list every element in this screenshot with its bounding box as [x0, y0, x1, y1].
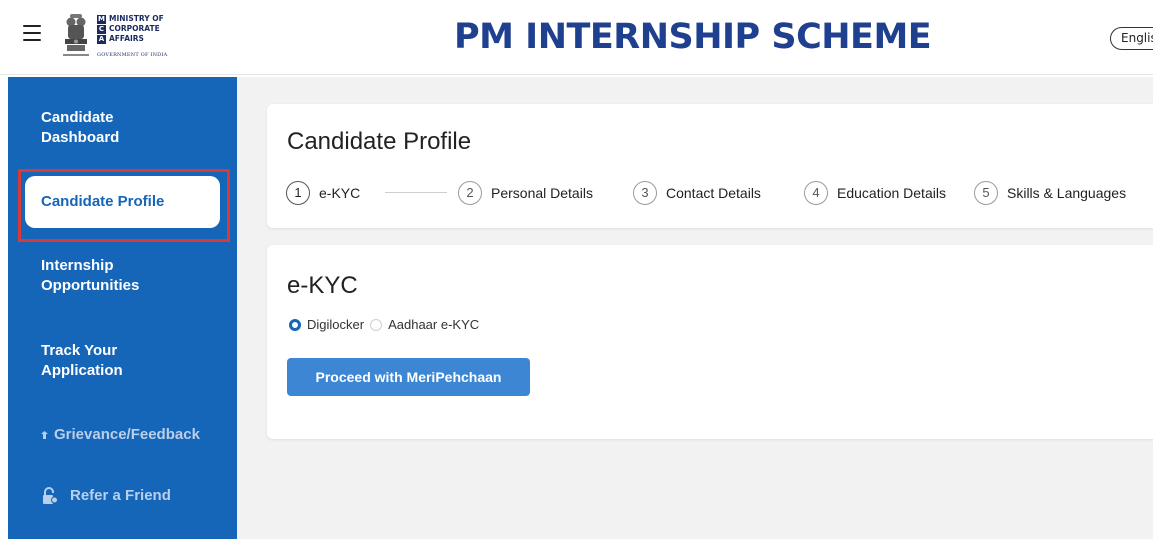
ekyc-card: e-KYC Digilocker Aadhaar e-KYC Proceed w…	[267, 245, 1153, 439]
step-contact-details[interactable]: 3 Contact Details	[633, 180, 761, 206]
aadhaar-ekyc-radio[interactable]	[370, 318, 383, 331]
top-header: M MINISTRY OF C CORPORATE A AFFAIRS GOVERNM…	[0, 0, 1153, 75]
step-number: 3	[633, 181, 657, 205]
sidebar-item-track-application[interactable]: Track Your Application	[41, 341, 123, 381]
active-item-highlight	[18, 169, 230, 242]
proceed-meripehchaan-button[interactable]: Proceed with MeriPehchaan	[287, 358, 530, 396]
step-number: 2	[458, 181, 482, 205]
step-label: Education Details	[837, 185, 946, 201]
ministry-name: M MINISTRY OF C CORPORATE A AFFAIRS	[97, 14, 164, 44]
aadhaar-ekyc-label[interactable]: Aadhaar e-KYC	[388, 317, 479, 332]
step-label: Skills & Languages	[1007, 185, 1127, 201]
step-number: 5	[974, 181, 998, 205]
national-emblem-icon	[63, 14, 89, 56]
sidebar-item-candidate-dashboard[interactable]: Candidate Dashboard	[41, 108, 119, 148]
sidebar-item-internship-opportunities[interactable]: Internship Opportunities	[41, 256, 139, 296]
step-education-details[interactable]: 4 Education Details	[804, 180, 946, 206]
sidebar-item-grievance-feedback[interactable]: Grievance/Feedback	[41, 425, 200, 445]
sidebar-item-refer-friend[interactable]: Refer a Friend	[41, 486, 171, 506]
step-number: 4	[804, 181, 828, 205]
page-title: Candidate Profile	[287, 128, 472, 155]
site-title: PM INTERNSHIP SCHEME	[454, 17, 932, 57]
step-connector	[385, 192, 447, 193]
step-personal-details[interactable]: 2 Personal Details	[458, 180, 593, 206]
step-ekyc[interactable]: 1 e-KYC	[286, 180, 360, 206]
section-title: e-KYC	[287, 272, 358, 299]
government-of-india-label: GOVERNMENT OF INDIA	[97, 52, 168, 58]
digilocker-label[interactable]: Digilocker	[307, 317, 364, 332]
ministry-logo[interactable]: M MINISTRY OF C CORPORATE A AFFAIRS GOVERNM…	[60, 10, 180, 66]
grievance-icon	[41, 431, 48, 439]
language-selector[interactable]: Englis	[1110, 27, 1153, 50]
sidebar-item-label: Internship	[41, 257, 114, 274]
main-content: Candidate Profile 1 e-KYC 2 Personal Det…	[237, 77, 1153, 539]
ekyc-method-group: Digilocker Aadhaar e-KYC	[289, 317, 485, 332]
step-label: Personal Details	[491, 185, 593, 201]
sidebar-item-label: Application	[41, 362, 123, 379]
refer-friend-icon	[43, 487, 58, 504]
sidebar-item-label: Track Your	[41, 342, 118, 359]
digilocker-radio[interactable]	[289, 318, 301, 331]
sidebar-item-label: Refer a Friend	[70, 487, 171, 504]
sidebar-item-label: Opportunities	[41, 277, 140, 294]
step-label: Contact Details	[666, 185, 761, 201]
sidebar-item-label: Grievance/Feedback	[54, 426, 200, 443]
sidebar-item-label: Dashboard	[41, 129, 120, 146]
hamburger-menu-icon[interactable]	[23, 25, 41, 41]
sidebar: Candidate Dashboard Candidate Profile In…	[8, 77, 237, 539]
sidebar-item-label: Candidate	[41, 109, 114, 126]
step-label: e-KYC	[319, 185, 361, 201]
step-number: 1	[286, 181, 310, 205]
profile-card: Candidate Profile 1 e-KYC 2 Personal Det…	[267, 104, 1153, 228]
step-skills-languages[interactable]: 5 Skills & Languages	[974, 180, 1126, 206]
